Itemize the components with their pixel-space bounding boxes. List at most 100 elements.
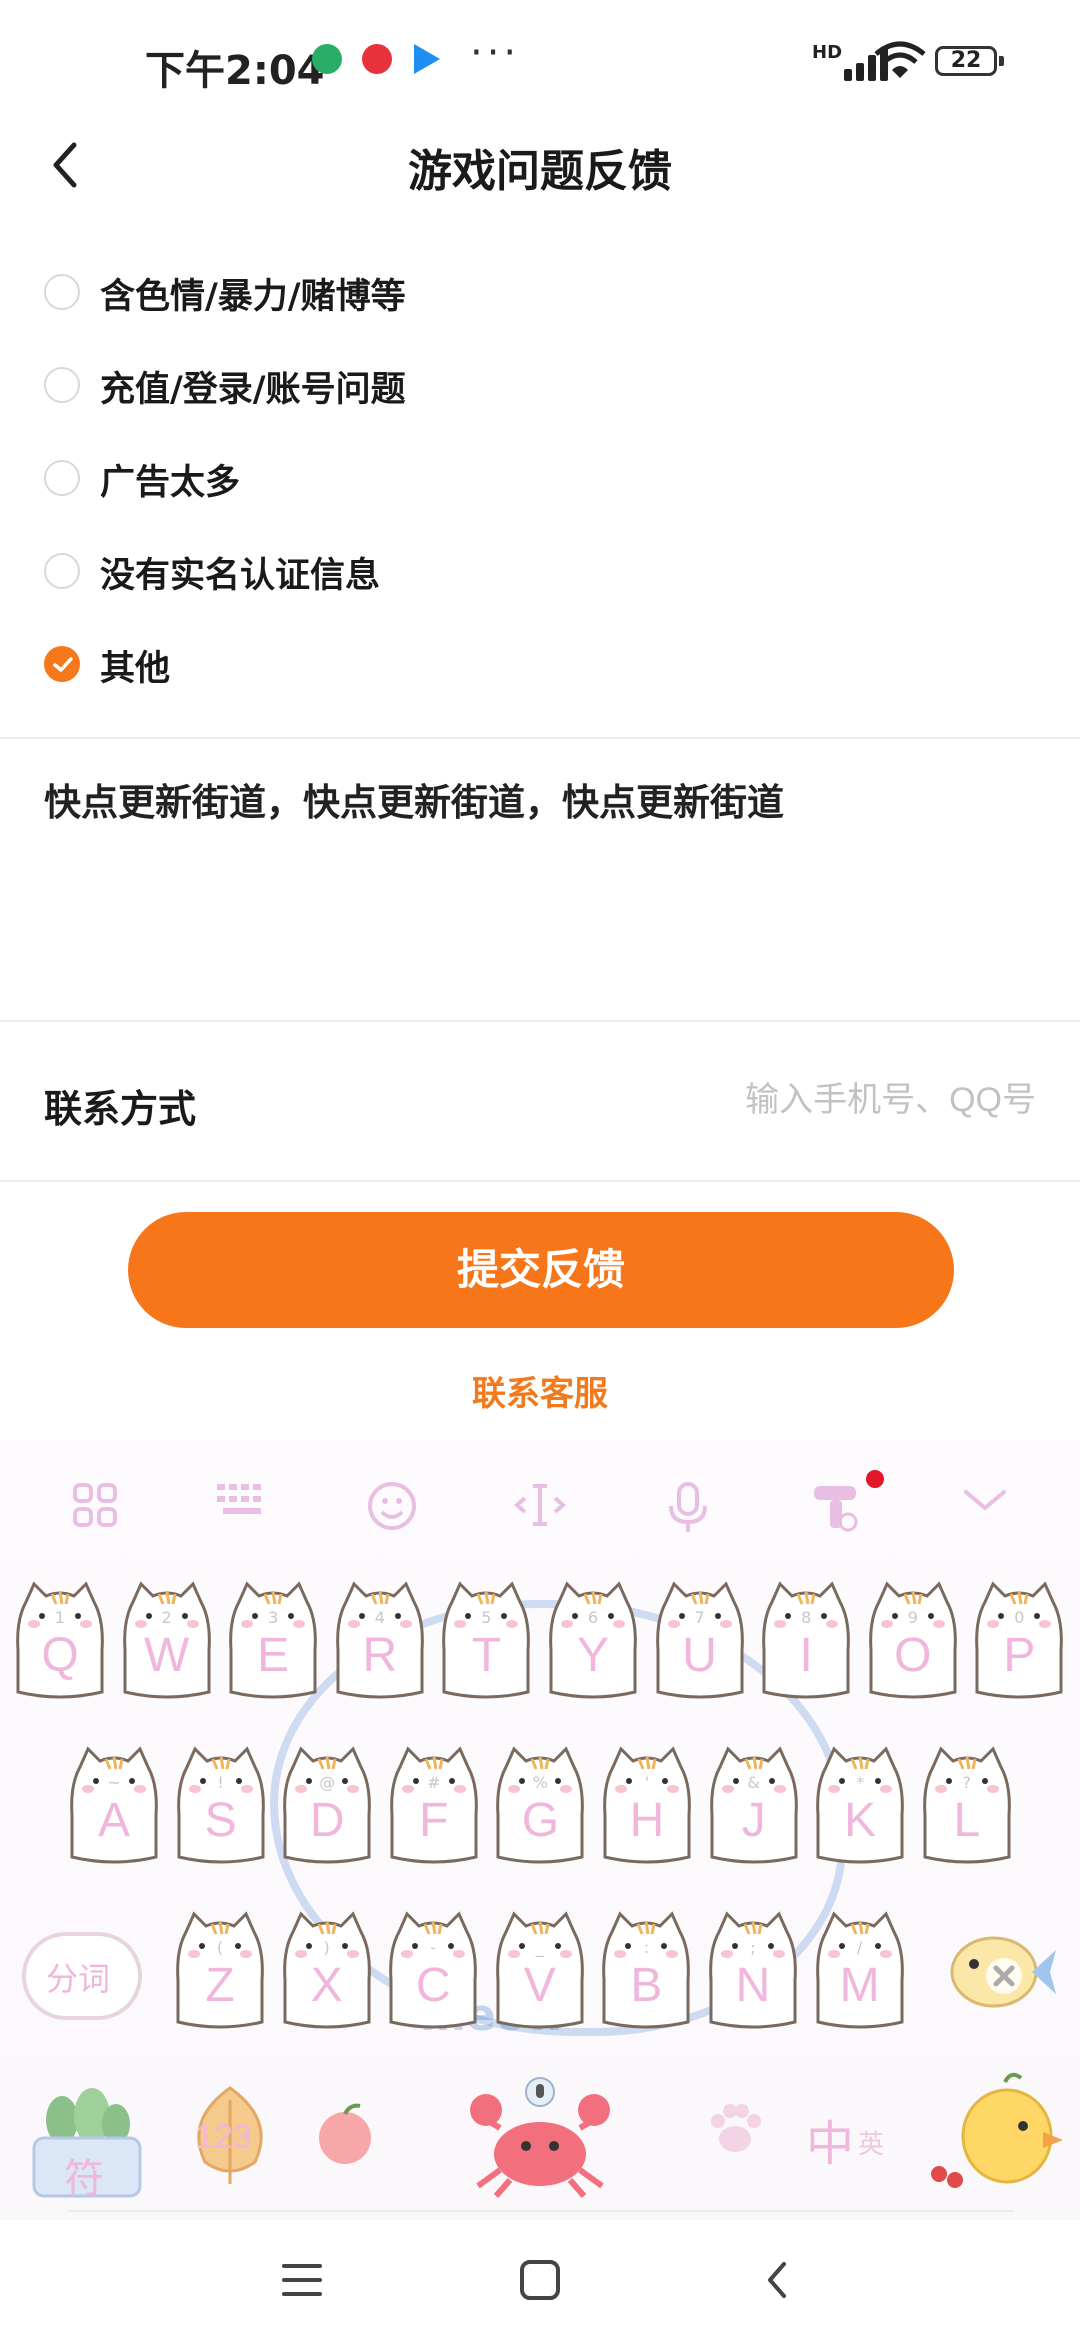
key-secondary-label: * [856, 1773, 865, 1792]
split-word-key[interactable]: 分词 [22, 1910, 142, 2020]
key-secondary-label: ' [644, 1773, 650, 1792]
key-g[interactable]: % G [492, 1745, 588, 1865]
lang-chinese-label: 中 [806, 2116, 855, 2172]
key-s[interactable]: ! S [173, 1745, 269, 1865]
key-letter: B [630, 1959, 663, 2012]
delete-key[interactable] [940, 1920, 1060, 2020]
option-porn-violence-gambling[interactable]: 含色情/暴力/赌博等 [0, 250, 1080, 343]
option-label: 没有实名认证信息 [100, 556, 381, 596]
microphone-icon[interactable] [658, 1480, 718, 1536]
divider [0, 737, 1080, 739]
grid-icon[interactable] [65, 1480, 125, 1536]
key-y[interactable]: 6Y [545, 1580, 641, 1700]
key-secondary-label: - [430, 1938, 437, 1957]
key-t[interactable]: 5T [438, 1580, 534, 1700]
key-secondary-label: 2 [161, 1608, 172, 1627]
key-letter: Y [576, 1629, 609, 1682]
symbol-key[interactable]: 符 [24, 2080, 150, 2202]
home-icon [520, 2260, 560, 2300]
option-label: 含色情/暴力/赌博等 [100, 277, 406, 317]
submit-button[interactable]: 提交反馈 [128, 1212, 954, 1328]
emoji-icon[interactable] [362, 1480, 422, 1536]
key-letter: M [839, 1959, 880, 2012]
key-l[interactable]: ? L [919, 1745, 1015, 1865]
contact-service-link[interactable]: 联系客服 [0, 1366, 1080, 1415]
key-w[interactable]: 2W [119, 1580, 215, 1700]
key-letter: J [741, 1794, 766, 1847]
key-letter: S [204, 1794, 237, 1847]
key-letter: I [799, 1629, 813, 1682]
cursor-icon[interactable] [510, 1480, 570, 1536]
number-key-label: 123 [195, 2118, 252, 2156]
option-too-many-ads[interactable]: 广告太多 [0, 436, 1080, 529]
space-key[interactable] [460, 2070, 620, 2200]
keyboard-icon[interactable] [212, 1480, 272, 1536]
nav-back-button[interactable] [748, 2250, 808, 2310]
key-letter: O [894, 1629, 932, 1682]
wechat-icon [312, 44, 342, 74]
wifi-icon [874, 40, 926, 80]
key-letter: T [471, 1629, 502, 1682]
menu-icon [282, 2264, 322, 2296]
key-secondary-label: 3 [268, 1608, 279, 1627]
key-secondary-label: & [747, 1773, 760, 1792]
key-x[interactable]: ) X [279, 1910, 375, 2030]
key-letter: D [309, 1794, 345, 1847]
language-switch-key[interactable]: 中 英 [800, 2090, 900, 2190]
key-secondary-label: ? [962, 1773, 972, 1792]
key-i[interactable]: 8I [758, 1580, 854, 1700]
apple-icon[interactable] [310, 2100, 380, 2170]
paw-icon[interactable] [700, 2095, 770, 2165]
divider [0, 1020, 1080, 1022]
battery-icon: 22 [935, 46, 997, 76]
key-b[interactable]: :B [598, 1910, 694, 2030]
key-secondary-label: # [427, 1773, 441, 1792]
key-v[interactable]: _ V [492, 1910, 588, 2030]
key-secondary-label: 6 [587, 1608, 599, 1627]
battery-tip [999, 56, 1004, 66]
chevron-down-icon[interactable] [955, 1480, 1015, 1536]
number-key[interactable]: 123 [175, 2080, 285, 2190]
key-letter: P [1003, 1629, 1036, 1682]
option-other[interactable]: 其他 [0, 622, 1080, 715]
more-notifications-icon: ··· [470, 30, 521, 76]
option-recharge-login-account[interactable]: 充值/登录/账号问题 [0, 343, 1080, 436]
key-e[interactable]: 3E [225, 1580, 321, 1700]
key-letter: G [521, 1794, 560, 1847]
key-u[interactable]: 7U [652, 1580, 748, 1700]
key-p[interactable]: 0P [971, 1580, 1067, 1700]
key-c[interactable]: -C [385, 1910, 481, 2030]
enter-key[interactable] [925, 2070, 1065, 2200]
key-secondary-label: 5 [481, 1608, 492, 1627]
key-z[interactable]: (Z [172, 1910, 268, 2030]
keyboard-bottom-line [68, 2210, 1014, 2212]
key-h[interactable]: ' H [599, 1745, 695, 1865]
key-letter: Z [205, 1959, 235, 2012]
key-q[interactable]: 1Q [12, 1580, 108, 1700]
key-f[interactable]: # F [386, 1745, 482, 1865]
menu-button[interactable] [272, 2250, 332, 2310]
key-secondary-label: ~ [107, 1773, 121, 1792]
key-m[interactable]: / M [812, 1910, 908, 2030]
key-k[interactable]: * K [812, 1745, 908, 1865]
key-d[interactable]: @ D [279, 1745, 375, 1865]
key-secondary-label: @ [319, 1773, 336, 1792]
key-secondary-label: 4 [374, 1608, 385, 1627]
lang-english-label: 英 [858, 2130, 885, 2160]
page-title: 游戏问题反馈 [408, 146, 672, 197]
key-secondary-label: % [532, 1773, 548, 1792]
key-secondary-label: / [856, 1938, 863, 1957]
option-no-real-name-auth[interactable]: 没有实名认证信息 [0, 529, 1080, 622]
key-n[interactable]: ; N [705, 1910, 801, 2030]
key-r[interactable]: 4R [332, 1580, 428, 1700]
key-o[interactable]: 9O [865, 1580, 961, 1700]
contact-input[interactable] [560, 1075, 1036, 1125]
radio-unchecked-icon [44, 274, 80, 310]
option-label: 广告太多 [100, 463, 241, 503]
skin-icon[interactable] [805, 1480, 865, 1536]
key-letter: A [97, 1794, 130, 1847]
key-a[interactable]: ~ A [66, 1745, 162, 1865]
key-secondary-label: 0 [1014, 1608, 1025, 1627]
home-button[interactable] [510, 2250, 570, 2310]
key-j[interactable]: & J [706, 1745, 802, 1865]
